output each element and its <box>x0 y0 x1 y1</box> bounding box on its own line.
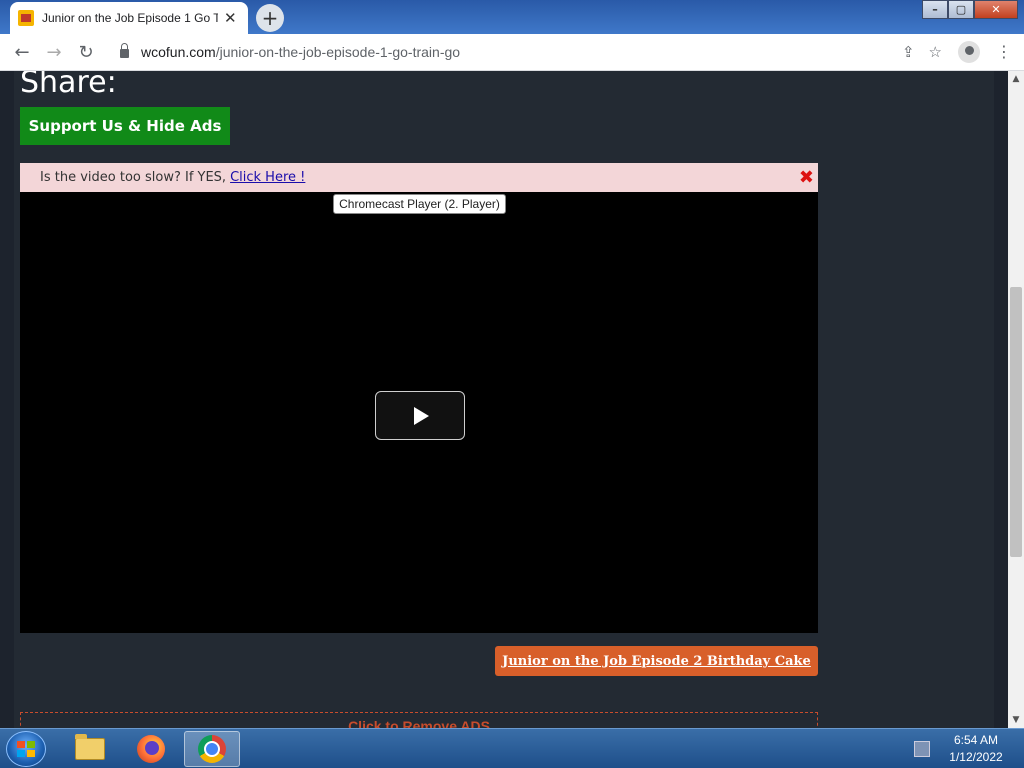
scroll-thumb[interactable] <box>1010 287 1022 557</box>
browser-toolbar: ← → ↻ wcofun.com/junior-on-the-job-episo… <box>0 34 1024 71</box>
play-icon <box>414 406 429 425</box>
start-button[interactable] <box>6 731 46 767</box>
share-heading: Share: <box>20 71 117 100</box>
lock-icon[interactable] <box>120 43 129 58</box>
tab-strip: Junior on the Job Episode 1 Go Tr ✕ + – … <box>0 0 1024 34</box>
player-tooltip: Chromecast Player (2. Player) <box>333 194 506 214</box>
tab-title: Junior on the Job Episode 1 Go Tr <box>42 11 218 25</box>
close-tab-icon[interactable]: ✕ <box>224 9 237 27</box>
window-controls: – ▢ ✕ <box>922 0 1018 20</box>
windows-logo-icon <box>17 741 35 757</box>
windows-taskbar: 6:54 AM 1/12/2022 <box>0 728 1024 768</box>
profile-avatar-icon[interactable] <box>958 41 980 63</box>
next-episode-link[interactable]: Junior on the Job Episode 2 Birthday Cak… <box>495 646 818 676</box>
remove-ads-banner[interactable]: Click to Remove ADS <box>20 712 818 728</box>
bookmark-star-icon[interactable]: ☆ <box>929 43 942 61</box>
site-favicon-icon <box>18 10 34 26</box>
notice-text: Is the video too slow? If YES, <box>40 170 227 185</box>
taskbar-clock[interactable]: 6:54 AM 1/12/2022 <box>940 732 1012 766</box>
slow-video-notice: Is the video too slow? If YES, Click Her… <box>20 163 818 192</box>
folder-icon <box>75 734 105 760</box>
page-scrollbar[interactable]: ▲ ▼ <box>1008 71 1024 728</box>
clock-date: 1/12/2022 <box>949 750 1003 764</box>
taskbar-firefox[interactable] <box>123 731 179 767</box>
web-page: Share: Support Us & Hide Ads Is the vide… <box>0 71 1008 728</box>
share-icon[interactable]: ⇪ <box>902 43 915 61</box>
url-text[interactable]: wcofun.com/junior-on-the-job-episode-1-g… <box>141 44 460 60</box>
browser-tab[interactable]: Junior on the Job Episode 1 Go Tr ✕ <box>10 2 248 34</box>
back-arrow-icon[interactable]: ← <box>6 36 38 68</box>
maximize-button[interactable]: ▢ <box>948 0 974 19</box>
url-host: wcofun.com <box>141 44 216 60</box>
scroll-down-arrow-icon[interactable]: ▼ <box>1008 712 1024 728</box>
new-tab-button[interactable]: + <box>256 4 284 32</box>
taskbar-file-explorer[interactable] <box>62 731 118 767</box>
scroll-up-arrow-icon[interactable]: ▲ <box>1008 71 1024 87</box>
firefox-icon <box>137 735 165 763</box>
chrome-icon <box>198 735 226 763</box>
clock-time: 6:54 AM <box>953 733 999 747</box>
close-notice-icon[interactable]: ✖ <box>799 167 814 188</box>
address-bar[interactable]: wcofun.com/junior-on-the-job-episode-1-g… <box>106 37 954 67</box>
close-window-button[interactable]: ✕ <box>974 0 1018 19</box>
support-hide-ads-button[interactable]: Support Us & Hide Ads <box>20 107 230 145</box>
browser-menu-icon[interactable]: ⋮ <box>996 42 1012 62</box>
forward-arrow-icon[interactable]: → <box>38 36 70 68</box>
reload-icon[interactable]: ↻ <box>70 36 102 68</box>
minimize-button[interactable]: – <box>922 0 948 19</box>
url-path: /junior-on-the-job-episode-1-go-train-go <box>215 44 461 60</box>
click-here-link[interactable]: Click Here ! <box>230 170 305 185</box>
play-button[interactable] <box>375 391 465 440</box>
taskbar-chrome[interactable] <box>184 731 240 767</box>
network-tray-icon[interactable] <box>914 741 930 757</box>
